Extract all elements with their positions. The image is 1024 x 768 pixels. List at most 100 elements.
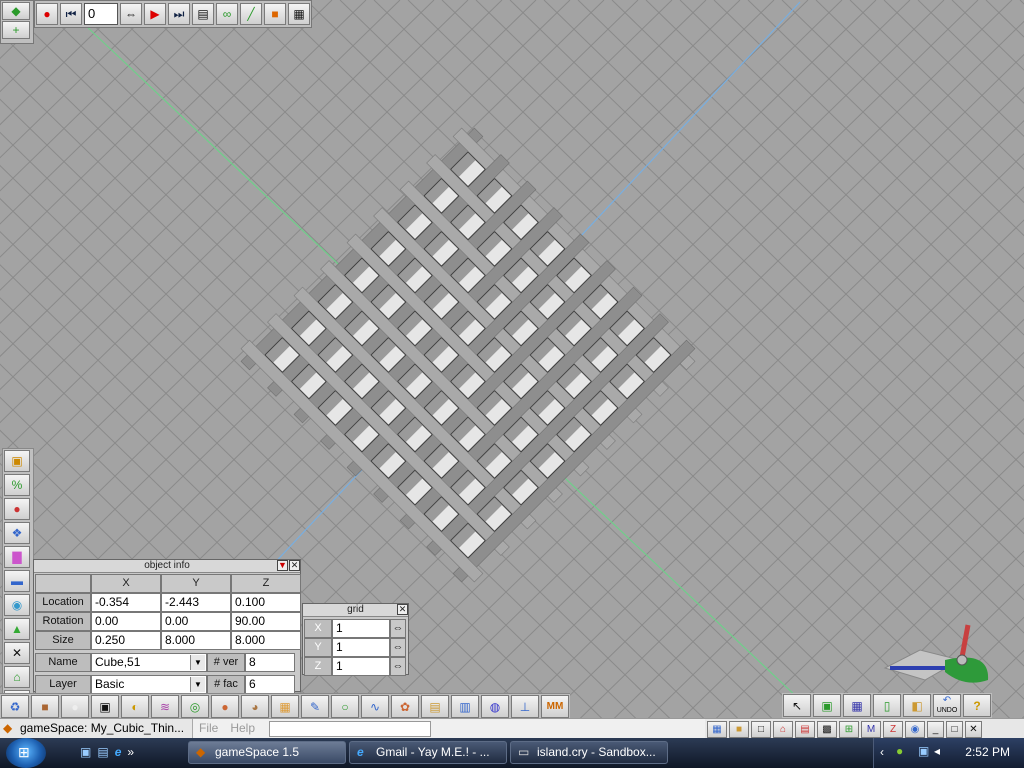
box-edit-button[interactable]: ◧ [903, 694, 931, 717]
object-info-title: object info ▼ ✕ [34, 560, 300, 573]
percent-button[interactable]: % [4, 474, 30, 496]
tool-e-button[interactable]: ▤ [795, 721, 815, 738]
tool-d-button[interactable]: ⌂ [773, 721, 793, 738]
tool-i-button[interactable]: Z [883, 721, 903, 738]
volume-icon[interactable]: ◂ [934, 744, 940, 758]
grid-button[interactable]: ▦ [843, 694, 871, 717]
boxes-button[interactable]: ▤ [421, 695, 449, 718]
keyframe-button[interactable]: ■ [264, 3, 286, 25]
mm-button[interactable]: MM [541, 695, 569, 718]
close-icon[interactable]: ✕ [289, 560, 300, 571]
start-button[interactable]: ⊞ [6, 738, 46, 768]
name-select[interactable]: Cube,51 ▼ [91, 653, 207, 672]
torus-button[interactable]: ◎ [181, 695, 209, 718]
tool-c-button[interactable]: □ [751, 721, 771, 738]
close-icon[interactable]: ✕ [397, 604, 408, 615]
tool-b-button[interactable]: ■ [729, 721, 749, 738]
tray-app-icon[interactable]: ● [896, 744, 903, 758]
quicklaunch-more[interactable]: » [127, 745, 134, 759]
grid-y-stepper[interactable]: ⇔ [390, 638, 406, 657]
menu-file[interactable]: File [193, 719, 224, 739]
path-button[interactable]: ∞ [216, 3, 238, 25]
location-y-field[interactable]: -2.443 [161, 593, 231, 612]
undo-button[interactable]: ↶ UNDO [933, 694, 961, 717]
materials-button[interactable]: ● [4, 498, 30, 520]
script-button[interactable]: ▦ [288, 3, 310, 25]
add-object-button[interactable]: + [2, 21, 30, 39]
globe-button[interactable]: ◉ [4, 594, 30, 616]
light-button[interactable]: ◐ [121, 695, 149, 718]
chevron-down-icon[interactable]: ▼ [190, 655, 205, 670]
tool-g-button[interactable]: ⊞ [839, 721, 859, 738]
object-mode-button[interactable]: ◆ [2, 2, 30, 20]
rotation-y-field[interactable]: 0.00 [161, 612, 231, 631]
tool-f-button[interactable]: ▩ [817, 721, 837, 738]
view-cube-button[interactable]: ▣ [813, 694, 841, 717]
rotation-x-field[interactable]: 0.00 [91, 612, 161, 631]
location-x-field[interactable]: -0.354 [91, 593, 161, 612]
task-sandbox[interactable]: ▭ island.cry - Sandbox... [510, 741, 668, 764]
grid-z-field[interactable]: 1 [332, 657, 390, 676]
collapse-icon[interactable]: ▼ [277, 560, 288, 571]
help-button[interactable]: ? [963, 694, 991, 717]
network-icon[interactable]: ▣ [918, 744, 929, 758]
play-button[interactable]: ▶ [144, 3, 166, 25]
grid-x-field[interactable]: 1 [332, 619, 390, 638]
bone-button[interactable]: ╱ [240, 3, 262, 25]
rotation-z-field[interactable]: 90.00 [231, 612, 301, 631]
tool-h-button[interactable]: M [861, 721, 881, 738]
landscape-button[interactable]: ▲ [4, 618, 30, 640]
colors-button[interactable]: ▇ [4, 546, 30, 568]
close-window-button[interactable]: ✕ [965, 721, 982, 738]
task-gmail[interactable]: e Gmail - Yay M.E.! - ... [349, 741, 507, 764]
ball-button[interactable]: ● [211, 695, 239, 718]
browser-icon[interactable]: e [115, 745, 122, 759]
task-gamespace[interactable]: ◆ gameSpace 1.5 [188, 741, 346, 764]
rewind-button[interactable]: ⏮ [60, 3, 82, 25]
select-button[interactable]: ↖ [783, 694, 811, 717]
shaders-button[interactable]: ❖ [4, 522, 30, 544]
menu-help[interactable]: Help [224, 719, 261, 739]
lasso-button[interactable]: ○ [331, 695, 359, 718]
car-button[interactable]: ▬ [4, 570, 30, 592]
tool-a-button[interactable]: ▦ [707, 721, 727, 738]
layer-select[interactable]: Basic ▼ [91, 675, 207, 694]
camera-button[interactable]: ▣ [91, 695, 119, 718]
recycle-button[interactable]: ♻ [1, 695, 29, 718]
tray-expand-icon[interactable]: ‹ [880, 745, 884, 759]
tools-button[interactable]: ✕ [4, 642, 30, 664]
palette-button[interactable]: ✿ [391, 695, 419, 718]
record-button[interactable]: ● [36, 3, 58, 25]
scene-button[interactable]: ⌂ [4, 666, 30, 688]
size-x-field[interactable]: 0.250 [91, 631, 161, 650]
maximize-button[interactable]: □ [946, 721, 963, 738]
cloth-button[interactable]: ≋ [151, 695, 179, 718]
checker-sphere-button[interactable]: ◍ [481, 695, 509, 718]
grid-x-stepper[interactable]: ⇔ [390, 619, 406, 638]
texture-button[interactable]: ▦ [271, 695, 299, 718]
grid-z-stepper[interactable]: ⇔ [390, 657, 406, 676]
minimize-button[interactable]: _ [927, 721, 944, 738]
size-y-field[interactable]: 8.000 [161, 631, 231, 650]
timeline-button[interactable]: ▤ [192, 3, 214, 25]
frame-stepper[interactable]: ⇔ [120, 3, 142, 25]
cube-button[interactable]: ■ [31, 695, 59, 718]
tool-j-button[interactable]: ◉ [905, 721, 925, 738]
deform-button[interactable]: ▥ [451, 695, 479, 718]
switch-windows-icon[interactable]: ▤ [97, 745, 108, 759]
grid-y-field[interactable]: 1 [332, 638, 390, 657]
menu-input[interactable] [269, 721, 432, 737]
sphere-button[interactable]: ● [61, 695, 89, 718]
axis-button[interactable]: ⊥ [511, 695, 539, 718]
end-button[interactable]: ⏭ [168, 3, 190, 25]
show-desktop-icon[interactable]: ▣ [80, 745, 91, 759]
frame-input[interactable]: 0 [84, 3, 118, 25]
document-button[interactable]: ▯ [873, 694, 901, 717]
wave-button[interactable]: ∿ [361, 695, 389, 718]
paint-button[interactable]: ✎ [301, 695, 329, 718]
chevron-down-icon[interactable]: ▼ [190, 677, 205, 692]
location-z-field[interactable]: 0.100 [231, 593, 301, 612]
render-button[interactable]: ▣ [4, 450, 30, 472]
size-z-field[interactable]: 8.000 [231, 631, 301, 650]
wood-button[interactable]: ◕ [241, 695, 269, 718]
